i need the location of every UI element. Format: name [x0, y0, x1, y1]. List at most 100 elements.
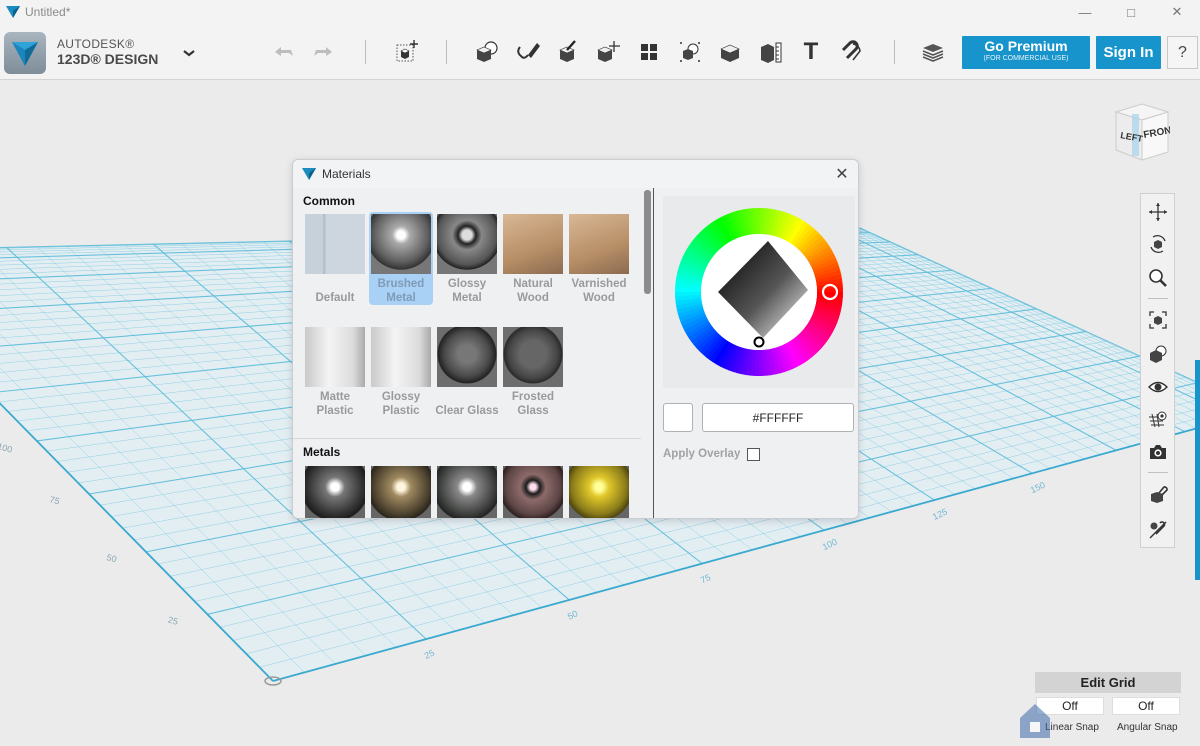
toolbar-separator — [894, 40, 895, 64]
help-button[interactable]: ? — [1167, 36, 1198, 69]
linear-snap-label: Linear Snap — [1045, 722, 1099, 733]
sketch-button[interactable] — [512, 36, 544, 68]
material-swatch[interactable]: Brushed Metal — [369, 212, 433, 305]
zoom-button[interactable] — [1146, 266, 1170, 290]
sign-in-button[interactable]: Sign In — [1096, 36, 1161, 69]
modify-button[interactable] — [592, 36, 624, 68]
material-thumbnail — [569, 466, 629, 518]
material-label-line: Varnished — [571, 278, 627, 290]
angular-snap-dropdown[interactable]: Off — [1112, 697, 1180, 715]
zoom-icon — [1149, 269, 1167, 287]
color-preview-swatch[interactable] — [663, 403, 693, 432]
go-premium-button[interactable]: Go Premium (FOR COMMERCIAL USE) — [962, 36, 1090, 69]
material-label: Glossy Metal — [435, 277, 499, 305]
primitives-button[interactable] — [471, 36, 503, 68]
material-swatch[interactable]: Default — [303, 212, 367, 305]
brand-company: AUTODESK® — [57, 37, 135, 51]
snap-cube-icon — [1151, 486, 1168, 503]
minimize-button[interactable]: — — [1062, 0, 1108, 24]
navigation-bar — [1140, 193, 1175, 548]
redo-button[interactable] — [307, 36, 339, 68]
materials-button[interactable] — [917, 36, 949, 68]
brand-product: 123D® DESIGN — [57, 51, 159, 67]
view-cube[interactable]: LEFT FRONT — [1112, 100, 1178, 164]
maximize-button[interactable]: □ — [1108, 0, 1154, 24]
material-swatch[interactable]: Glossy Plastic — [369, 325, 433, 418]
combine-icon — [720, 44, 740, 62]
materials-scrollbar[interactable] — [643, 188, 651, 518]
title-bar: Untitled* — □ ✕ — [0, 0, 1200, 24]
undo-button[interactable] — [268, 36, 300, 68]
orbit-button[interactable] — [1146, 232, 1170, 256]
material-swatch[interactable]: Matte Plastic — [303, 325, 367, 418]
material-swatch[interactable] — [303, 464, 367, 518]
dialog-header[interactable]: Materials — [293, 160, 858, 188]
nav-separator — [1148, 472, 1168, 473]
material-swatch[interactable] — [567, 464, 631, 518]
screenshot-button[interactable] — [1146, 440, 1170, 464]
material-thumbnail — [503, 327, 563, 387]
section-title-metals: Metals — [303, 445, 341, 459]
primitives-icon — [476, 41, 498, 62]
modify-icon — [597, 41, 620, 62]
fit-button[interactable] — [1146, 308, 1170, 332]
construct-icon — [559, 40, 576, 62]
magnet-snap-icon — [841, 40, 861, 61]
material-swatch[interactable]: Glossy Metal — [435, 212, 499, 305]
construct-button[interactable] — [552, 36, 584, 68]
side-panel-tab[interactable] — [1195, 360, 1200, 580]
hide-button[interactable] — [1146, 518, 1170, 542]
material-label: Default — [303, 277, 367, 305]
materials-stack-icon — [922, 44, 944, 62]
close-dialog-button[interactable]: ✕ — [832, 164, 852, 184]
material-thumbnail — [437, 214, 497, 274]
toolbar-separator — [365, 40, 366, 64]
apply-overlay-checkbox[interactable] — [747, 448, 760, 461]
pattern-button[interactable] — [633, 36, 665, 68]
grouping-button[interactable] — [674, 36, 706, 68]
linear-snap-dropdown[interactable]: Off — [1036, 697, 1104, 715]
scrollbar-thumb[interactable] — [644, 190, 651, 294]
combine-button[interactable] — [714, 36, 746, 68]
material-label: Brushed Metal — [369, 277, 433, 305]
pan-button[interactable] — [1146, 200, 1170, 224]
material-thumbnail — [503, 214, 563, 274]
color-wheel[interactable] — [663, 196, 855, 388]
grid-left-axis-label: 75 — [49, 494, 61, 506]
material-swatch[interactable] — [435, 464, 499, 518]
material-swatch[interactable] — [501, 464, 565, 518]
color-value-handle[interactable] — [753, 336, 765, 348]
material-swatch[interactable]: Natural Wood — [501, 212, 565, 305]
material-swatch[interactable]: Frosted Glass — [501, 325, 565, 418]
chevron-down-icon[interactable] — [180, 44, 198, 62]
toolbar-separator — [446, 40, 447, 64]
measure-button[interactable] — [755, 36, 787, 68]
hex-color-input[interactable] — [702, 403, 854, 432]
material-thumbnail — [371, 327, 431, 387]
edit-grid-button[interactable]: Edit Grid — [1035, 672, 1181, 693]
text-button[interactable]: T — [795, 36, 827, 68]
material-swatch[interactable]: Clear Glass — [435, 325, 499, 418]
material-swatch[interactable]: Varnished Wood — [567, 212, 631, 305]
app-menu-logo[interactable] — [4, 32, 46, 74]
material-label-line: Glossy — [447, 278, 487, 290]
redo-icon — [314, 47, 332, 56]
views-button[interactable] — [1146, 342, 1170, 366]
snap-view-button[interactable] — [1146, 482, 1170, 506]
material-view-button[interactable] — [1146, 407, 1170, 431]
transform-button[interactable] — [390, 36, 422, 68]
visibility-button[interactable] — [1146, 375, 1170, 399]
material-label: Frosted Glass — [501, 390, 565, 418]
snap-button[interactable] — [836, 36, 868, 68]
materials-logo-icon — [302, 168, 316, 180]
material-label-line: Matte — [319, 391, 351, 403]
hide-snap-icon — [1149, 521, 1167, 539]
material-label-line: Default — [315, 292, 355, 304]
material-swatch[interactable] — [369, 464, 433, 518]
main-toolbar: AUTODESK® 123D® DESIGN T Go Premium (FOR… — [0, 24, 1200, 80]
materials-dialog: Materials ✕ Common Metals Default Brushed… — [292, 159, 859, 519]
materials-list[interactable]: Common Metals Default Brushed Metal Glossy M… — [293, 188, 643, 518]
color-wheel-panel — [663, 196, 855, 388]
close-window-button[interactable]: ✕ — [1154, 0, 1200, 24]
views-icon — [1150, 345, 1167, 363]
